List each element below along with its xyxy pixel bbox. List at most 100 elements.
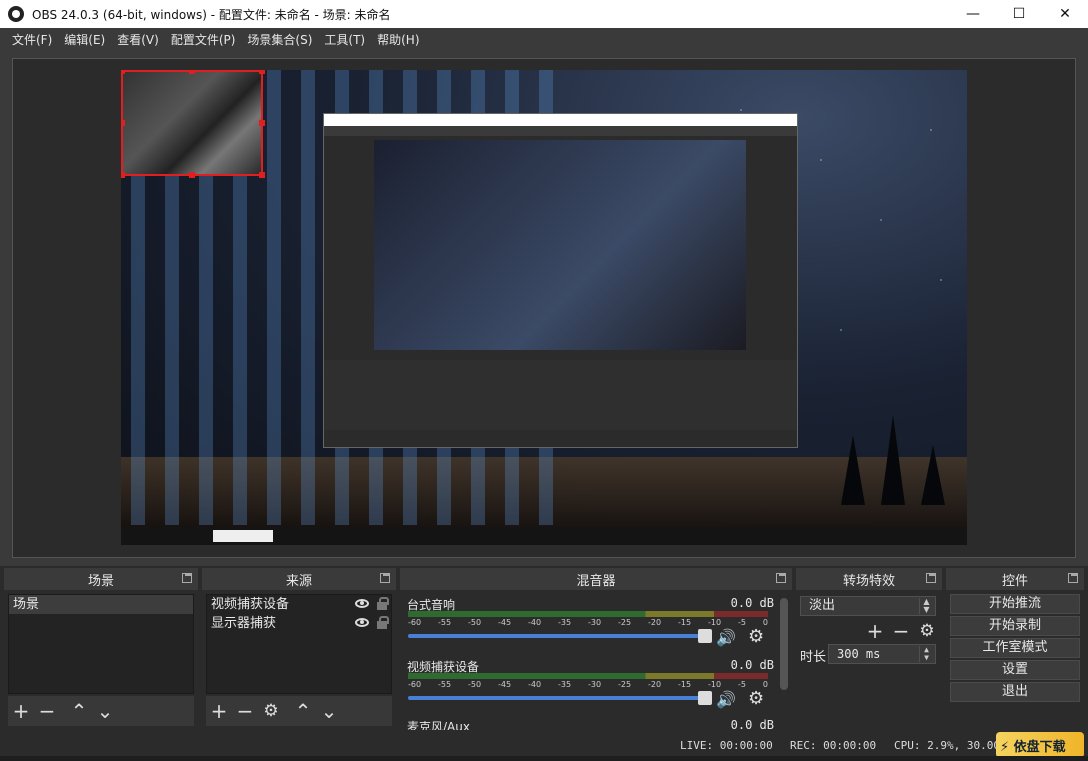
start-streaming-button[interactable]: 开始推流 (950, 594, 1080, 614)
menu-view[interactable]: 查看(V) (111, 31, 165, 48)
mixer-dock: 混音器 台式音响 0.0 dB -60 -55 -50 -45 -40 -35 -30 -25… (400, 568, 792, 732)
resize-handle[interactable] (189, 172, 195, 178)
move-scene-up-button[interactable]: ⌃ (66, 698, 92, 724)
channel-db: 0.0 dB (730, 658, 774, 672)
float-dock-icon[interactable] (926, 573, 936, 583)
menu-help[interactable]: 帮助(H) (371, 31, 425, 48)
scale-tick: -30 (588, 680, 602, 689)
menu-scene-collection[interactable]: 场景集合(S) (241, 31, 318, 48)
remove-transition-button[interactable]: − (888, 618, 914, 644)
move-source-down-button[interactable]: ⌄ (316, 698, 342, 724)
slider-knob[interactable] (698, 629, 712, 643)
resize-handle[interactable] (189, 70, 195, 74)
mixer-channel: 台式音响 0.0 dB -60 -55 -50 -45 -40 -35 -30 -25 -20-… (404, 596, 782, 656)
add-scene-button[interactable]: + (8, 698, 34, 724)
title-bar: OBS 24.0.3 (64-bit, windows) - 配置文件: 未命名… (0, 0, 1088, 28)
gear-icon[interactable]: ⚙ (748, 626, 764, 647)
volume-meter (408, 611, 768, 617)
move-scene-down-button[interactable]: ⌄ (92, 698, 118, 724)
channel-name: 麦克风/Aux (407, 720, 470, 730)
sources-title: 来源 (285, 573, 312, 589)
desktop-strip (0, 756, 1088, 761)
resize-handle[interactable] (259, 70, 265, 74)
lock-icon[interactable] (377, 616, 389, 629)
remove-scene-button[interactable]: − (34, 698, 60, 724)
move-source-up-button[interactable]: ⌃ (290, 698, 316, 724)
add-transition-button[interactable]: + (862, 618, 888, 644)
minimize-button[interactable]: — (950, 0, 996, 28)
exit-button[interactable]: 退出 (950, 682, 1080, 702)
float-dock-icon[interactable] (1068, 573, 1078, 583)
start-recording-button[interactable]: 开始录制 (950, 616, 1080, 636)
close-button[interactable]: ✕ (1042, 0, 1088, 28)
scene-item[interactable]: 场景 (9, 595, 193, 614)
mixer-scrollbar[interactable] (780, 598, 788, 690)
chevron-updown-icon: ▲ ▼ (919, 598, 933, 614)
transition-gear-icon[interactable]: ⚙ (914, 618, 940, 644)
scenes-toolbar: + − ⌃ ⌄ (8, 696, 194, 726)
scale-tick: -25 (618, 618, 632, 627)
scenes-dock-header: 场景 (4, 568, 198, 590)
status-bar: LIVE: 00:00:00 REC: 00:00:00 CPU: 2.9%, … (0, 734, 1088, 756)
resize-handle[interactable] (259, 172, 265, 178)
live-status: LIVE: 00:00:00 (680, 739, 773, 752)
transition-select[interactable]: 淡出 ▲ ▼ (800, 596, 936, 616)
source-item[interactable]: 视频捕获设备 (207, 595, 391, 614)
mixer-dock-header: 混音器 (400, 568, 792, 590)
menu-edit[interactable]: 编辑(E) (58, 31, 111, 48)
float-dock-icon[interactable] (182, 573, 192, 583)
studio-mode-button[interactable]: 工作室模式 (950, 638, 1080, 658)
transition-value: 淡出 (809, 598, 836, 613)
nested-preview (374, 140, 746, 350)
visibility-eye-icon[interactable] (355, 599, 369, 608)
menu-profile[interactable]: 配置文件(P) (165, 31, 242, 48)
controls-dock-header: 控件 (946, 568, 1084, 590)
menu-file[interactable]: 文件(F) (6, 31, 58, 48)
scenes-list: 场景 (8, 594, 194, 694)
lock-icon[interactable] (377, 597, 389, 610)
speaker-icon[interactable]: 🔊 (716, 628, 738, 647)
gear-icon[interactable]: ⚙ (748, 688, 764, 709)
resize-handle[interactable] (121, 172, 125, 178)
maximize-button[interactable]: ☐ (996, 0, 1042, 28)
nested-obs-window (323, 113, 798, 448)
float-dock-icon[interactable] (776, 573, 786, 583)
meter-scale: -60 -55 -50 -45 -40 -35 -30 -25 -20 -15 -10 -5 0 (408, 618, 768, 627)
float-dock-icon[interactable] (380, 573, 390, 583)
spin-arrows-icon[interactable]: ▲ ▼ (919, 646, 933, 662)
transitions-dock: 转场特效 淡出 ▲ ▼ + − ⚙ 时长 300 ms ▲ ▼ (796, 568, 942, 732)
source-properties-gear-icon[interactable]: ⚙ (258, 698, 284, 724)
remove-source-button[interactable]: − (232, 698, 258, 724)
slider-knob[interactable] (698, 691, 712, 705)
speaker-icon[interactable]: 🔊 (716, 690, 738, 709)
scale-tick: -40 (528, 618, 542, 627)
scale-tick: -15 (678, 618, 692, 627)
scale-tick: -35 (558, 618, 572, 627)
add-source-button[interactable]: + (206, 698, 232, 724)
resize-handle[interactable] (259, 120, 265, 126)
transitions-title: 转场特效 (842, 573, 895, 589)
sources-list: 视频捕获设备 显示器捕获 (206, 594, 392, 694)
source-item[interactable]: 显示器捕获 (207, 614, 391, 633)
scale-tick: -30 (588, 618, 602, 627)
volume-slider[interactable] (408, 691, 712, 705)
nested-menu (324, 126, 797, 136)
scale-tick: -15 (678, 680, 692, 689)
rec-status: REC: 00:00:00 (790, 739, 877, 752)
duration-field[interactable]: 300 ms ▲ ▼ (828, 644, 936, 664)
nested-panels (324, 360, 797, 430)
mixer-channel: 视频捕获设备 0.0 dB -60 -55 -50 -45 -40 -35 -30 -25 -2… (404, 658, 782, 718)
preview-canvas[interactable] (121, 70, 967, 545)
resize-handle[interactable] (121, 120, 125, 126)
volume-slider[interactable] (408, 629, 712, 643)
webcam-source-selected[interactable] (121, 70, 265, 178)
scale-tick: -60 (408, 680, 422, 689)
sources-dock: 来源 视频捕获设备 显示器捕获 + − ⚙ ⌃ ⌄ (202, 568, 396, 732)
menu-tools[interactable]: 工具(T) (318, 31, 371, 48)
resize-handle[interactable] (121, 70, 125, 74)
controls-title: 控件 (1001, 573, 1028, 589)
visibility-eye-icon[interactable] (355, 618, 369, 627)
settings-button[interactable]: 设置 (950, 660, 1080, 680)
preview-frame (12, 58, 1076, 558)
duration-value: 300 ms (837, 647, 881, 661)
